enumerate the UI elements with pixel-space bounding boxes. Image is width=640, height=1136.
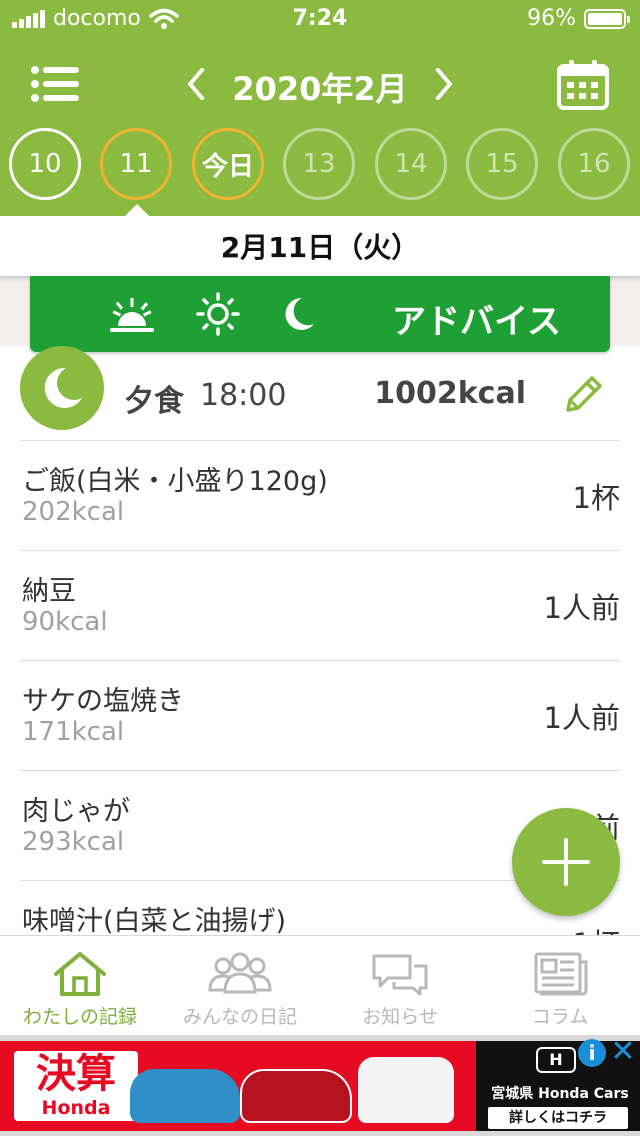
- tab-label: コラム: [531, 1006, 589, 1028]
- day-today[interactable]: 今日: [192, 128, 264, 200]
- tab-label: みんなの日記: [182, 1006, 297, 1028]
- food-name: サケの塩焼き: [22, 686, 184, 717]
- day-10[interactable]: 10: [9, 128, 81, 200]
- food-kcal: 293kcal: [22, 827, 125, 857]
- food-name: 納豆: [22, 576, 76, 607]
- food-name: ご飯(白米・小盛り120g): [22, 466, 328, 497]
- food-name: 肉じゃが: [22, 796, 130, 827]
- tab-notifications[interactable]: お知らせ: [320, 936, 480, 1036]
- day-16[interactable]: 16: [558, 128, 630, 200]
- food-kcal: 202kcal: [22, 497, 125, 527]
- battery-percent: 96%: [527, 6, 576, 31]
- moon-icon: [285, 297, 314, 330]
- day-14[interactable]: 14: [375, 128, 447, 200]
- tab-everyone-diary[interactable]: みんなの日記: [160, 936, 320, 1036]
- sun-icon: [196, 292, 240, 336]
- advice-banner[interactable]: アドバイス: [30, 276, 610, 352]
- food-item[interactable]: サケの塩焼き 171kcal 1人前: [20, 661, 620, 771]
- chevron-left-icon[interactable]: [180, 62, 210, 106]
- selected-date-label: 2月11日（火）: [0, 216, 640, 276]
- pencil-icon[interactable]: [560, 372, 606, 418]
- newspaper-icon: [534, 952, 588, 996]
- meal-total-kcal: 1002kcal: [374, 376, 526, 411]
- food-name: 味噌汁(白菜と油揚げ): [22, 906, 287, 937]
- food-item[interactable]: 納豆 90kcal 1人前: [20, 551, 620, 661]
- list-menu-icon[interactable]: [30, 64, 80, 104]
- battery-icon: [584, 8, 630, 29]
- food-quantity: 1人前: [543, 701, 620, 735]
- people-icon: [208, 952, 272, 994]
- ad-headline-box: 決算 Honda: [14, 1051, 138, 1121]
- car-blue-image: [130, 1069, 240, 1123]
- meal-time: 18:00: [200, 378, 287, 413]
- chevron-right-icon[interactable]: [430, 62, 460, 106]
- month-title: 2020年2月: [232, 70, 408, 108]
- ad-brand: Honda: [41, 1097, 111, 1119]
- home-icon: [54, 952, 106, 996]
- tab-label: わたしの記録: [22, 1006, 137, 1028]
- ad-headline: 決算: [36, 1051, 116, 1097]
- advice-label: アドバイス: [392, 302, 561, 342]
- food-kcal: 171kcal: [22, 717, 125, 747]
- add-food-button[interactable]: [512, 808, 620, 916]
- day-13[interactable]: 13: [283, 128, 355, 200]
- tab-column[interactable]: コラム: [480, 936, 640, 1036]
- ad-dealer-name: 宮城県 Honda Cars: [491, 1086, 629, 1102]
- ad-image: 決算 Honda: [0, 1041, 476, 1131]
- ad-cta-button[interactable]: 詳しくはコチラ: [488, 1107, 628, 1129]
- selected-day-pointer: [125, 204, 149, 216]
- food-quantity: 1人前: [543, 591, 620, 625]
- app-header: 2020年2月 10 11 今日 13 14 15 16: [0, 40, 640, 216]
- food-kcal: 90kcal: [22, 607, 108, 637]
- dinner-icon: [20, 346, 104, 430]
- meal-name: 夕食: [124, 384, 184, 419]
- tab-my-records[interactable]: わたしの記録: [0, 936, 160, 1036]
- tab-bar: わたしの記録 みんなの日記 お知らせ コラム: [0, 935, 640, 1035]
- close-icon[interactable]: ✕: [608, 1037, 638, 1067]
- info-icon[interactable]: i: [578, 1039, 606, 1067]
- ad-banner[interactable]: 決算 Honda H 宮城県 Honda Cars 詳しくはコチラ i ✕: [0, 1035, 640, 1136]
- car-red-image: [240, 1069, 352, 1123]
- tab-label: お知らせ: [362, 1006, 438, 1028]
- food-item[interactable]: ご飯(白米・小盛り120g) 202kcal 1杯: [20, 441, 620, 551]
- status-bar: docomo 7:24 96%: [0, 0, 640, 40]
- honda-logo: H: [536, 1047, 576, 1073]
- meal-header[interactable]: 夕食 18:00 1002kcal: [0, 346, 640, 440]
- calendar-icon[interactable]: [556, 58, 610, 110]
- day-11[interactable]: 11: [100, 128, 172, 200]
- day-15[interactable]: 15: [466, 128, 538, 200]
- chat-bubbles-icon: [372, 954, 428, 996]
- food-quantity: 1杯: [572, 481, 620, 515]
- sunrise-icon: [110, 298, 154, 332]
- car-white-image: [358, 1057, 454, 1123]
- plus-icon: [542, 838, 590, 886]
